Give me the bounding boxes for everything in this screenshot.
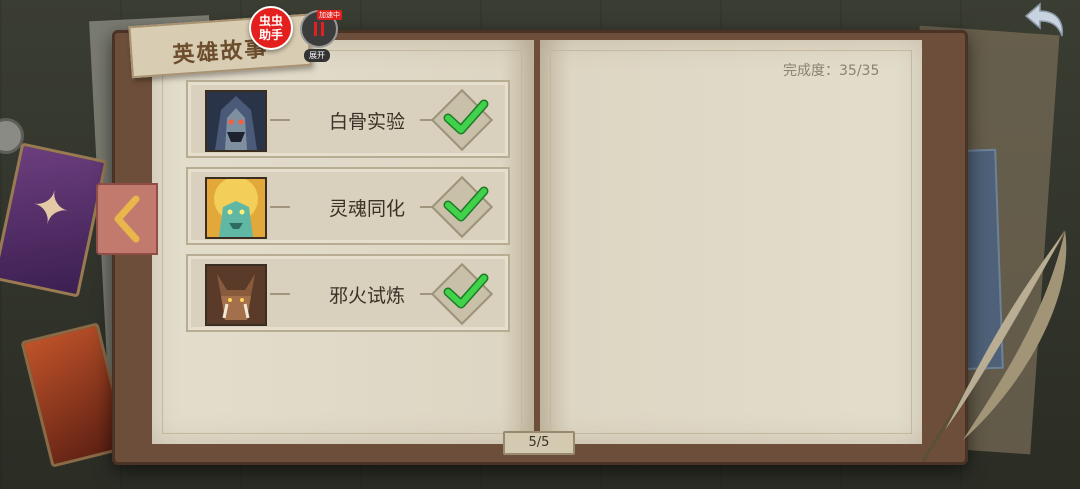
speed-status-tag: 加速中 <box>317 10 342 20</box>
story-list-item[interactable]: 邪火试炼 <box>186 254 510 332</box>
golden-maned-beast-portrait-icon <box>205 177 267 239</box>
check-icon <box>443 99 489 135</box>
check-icon <box>443 186 489 222</box>
boar-warrior-portrait-icon <box>205 264 267 326</box>
right-page <box>540 40 922 444</box>
check-icon <box>443 273 489 309</box>
previous-page-button[interactable] <box>96 183 158 255</box>
pause-icon <box>314 22 324 36</box>
expand-button[interactable]: 展开 <box>304 49 330 62</box>
story-list-item[interactable]: 灵魂同化 <box>186 167 510 245</box>
assistant-badge-label: 虫虫 助手 <box>258 14 283 42</box>
page-indicator: 5/5 <box>503 431 575 455</box>
assistant-badge-button[interactable]: 虫虫 助手 <box>249 6 293 50</box>
story-list-item[interactable]: 白骨实验 <box>186 80 510 158</box>
hooded-undead-portrait-icon <box>205 90 267 152</box>
back-button[interactable] <box>1022 2 1066 40</box>
expand-label: 展开 <box>309 51 325 60</box>
completion-counter: 完成度：35/35 <box>783 63 880 79</box>
quill-feather-icon <box>921 230 1067 462</box>
chevron-left-icon <box>114 195 140 243</box>
back-arrow-icon <box>1024 2 1063 37</box>
